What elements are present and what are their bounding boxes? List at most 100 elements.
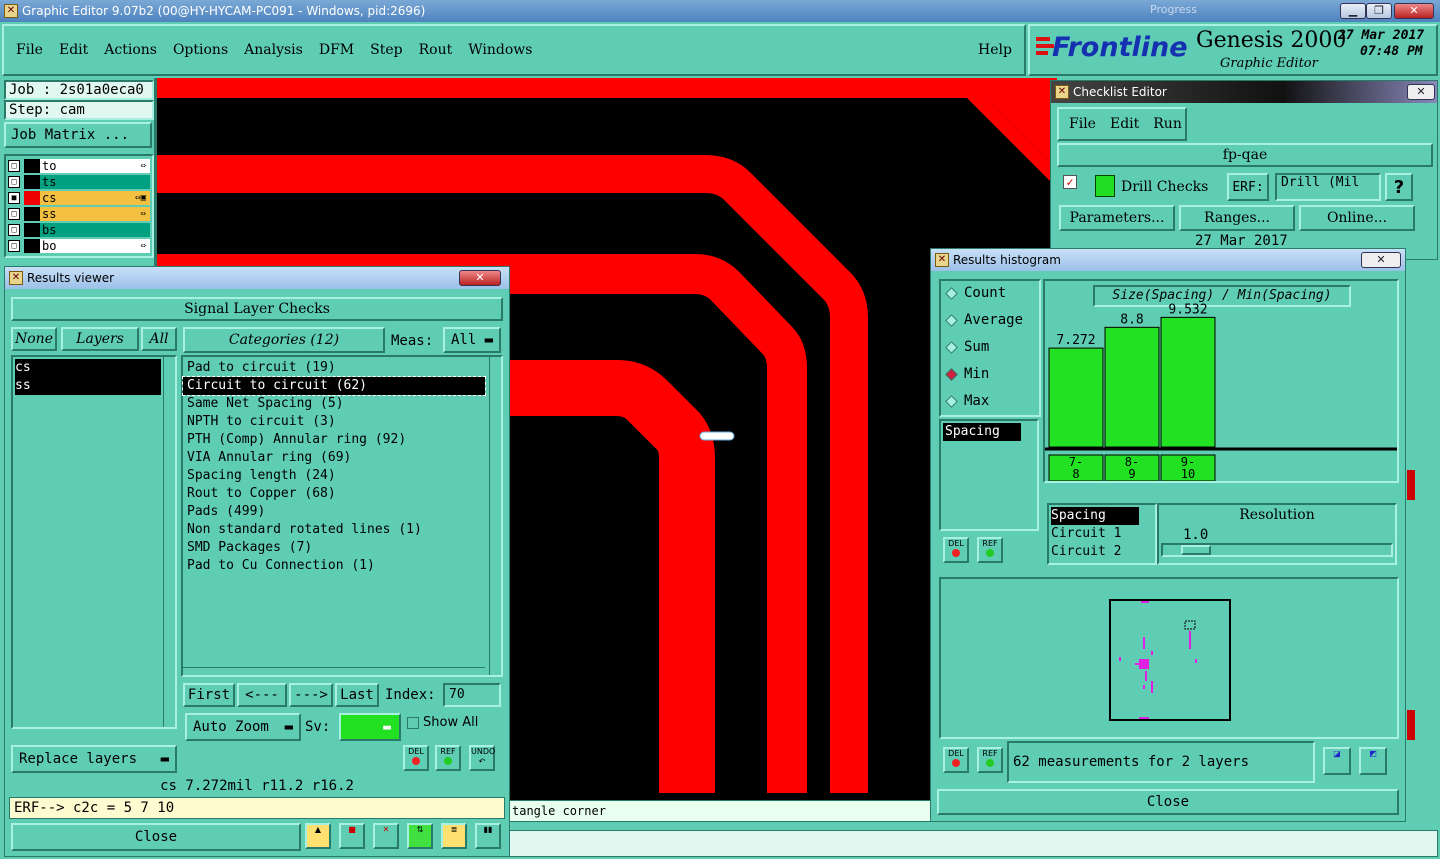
category-item[interactable]: Pads (499) [183,503,485,521]
category-hscrollbar[interactable] [183,667,485,679]
ruler-icon[interactable]: ⇅ [407,823,433,849]
histogram-bar[interactable] [1048,347,1104,448]
job-matrix-button[interactable]: Job Matrix ... [4,122,152,148]
category-item[interactable]: Rout to Copper (68) [183,485,485,503]
checklist-menu-run[interactable]: Run [1153,116,1182,132]
layers-none-button[interactable]: None [11,327,57,351]
checklist-menu-edit[interactable]: Edit [1110,116,1139,132]
histogram-ref-icon[interactable]: REF [977,537,1003,563]
histogram-ref-icon-2[interactable]: REF [977,747,1003,773]
histogram-bar[interactable] [1104,326,1160,448]
minimize-button[interactable]: ▁ [1340,3,1366,19]
histogram-close-button[interactable]: Close [937,789,1399,815]
menu-analysis[interactable]: Analysis [244,42,303,58]
menu-rout[interactable]: Rout [419,42,453,58]
category-item[interactable]: Pad to Cu Connection (1) [183,557,485,575]
chart-icon[interactable]: ▮▮ [475,823,501,849]
category-item[interactable]: Circuit to circuit (62) [182,376,486,396]
layer-row-bo[interactable]: □ bo ⇔ [8,238,150,253]
prev-button[interactable]: <--- [237,683,287,707]
layer-checkbox[interactable]: □ [8,223,20,236]
maximize-button[interactable]: ❐ [1366,3,1392,19]
menu-step[interactable]: Step [370,42,402,58]
category-item[interactable]: VIA Annular ring (69) [183,449,485,467]
show-all-checkbox[interactable] [407,717,419,729]
warning-icon[interactable]: ▲ [305,823,331,849]
mode-radio-average[interactable]: Average [945,312,1023,328]
check-enable-checkbox[interactable]: ✓ [1063,175,1077,189]
help-button[interactable]: ? [1385,173,1413,201]
stop-icon[interactable]: ■ [339,823,365,849]
close-window-button[interactable]: ✕ [1394,3,1434,19]
layer-checkbox[interactable]: ■ [8,191,20,204]
category-item[interactable]: Same Net Spacing (5) [183,395,485,413]
command-line[interactable] [505,830,1438,857]
layer-row-cs[interactable]: ■ cs ⇔▣ [8,190,150,205]
menu-options[interactable]: Options [173,42,228,58]
mode-radio-max[interactable]: Max [945,393,989,409]
menu-windows[interactable]: Windows [468,42,532,58]
menu-actions[interactable]: Actions [104,42,157,58]
zoom-fit-icon[interactable]: ◩ [1359,747,1387,775]
attr-spacing[interactable]: Spacing [1051,507,1139,525]
category-scrollbar[interactable] [489,357,501,675]
category-item[interactable]: PTH (Comp) Annular ring (92) [183,431,485,449]
mode-radio-min[interactable]: Min [945,366,989,382]
ranges-button[interactable]: Ranges... [1179,205,1295,231]
layer-row-ss[interactable]: □ ss ⇔ [8,206,150,221]
layers-all-button[interactable]: All [141,327,177,351]
layer-checkbox[interactable]: □ [8,207,20,220]
erf-field[interactable]: Drill (Mil [1275,173,1381,201]
resolution-slider-thumb[interactable] [1181,545,1211,555]
results-close-button[interactable]: Close [11,823,301,851]
parameters-button[interactable]: Parameters... [1059,205,1175,231]
next-button[interactable]: ---> [289,683,333,707]
left-list-spacing[interactable]: Spacing [943,423,1021,441]
menu-help[interactable]: Help [978,42,1012,58]
histogram-bar[interactable] [1160,316,1216,448]
checklist-close-button[interactable]: ✕ [1407,84,1435,100]
map-frame[interactable] [1109,599,1231,721]
category-item[interactable]: SMD Packages (7) [183,539,485,557]
index-input[interactable]: 70 [443,683,501,707]
category-item[interactable]: Pad to circuit (19) [183,359,485,377]
histogram-del-icon-2[interactable]: DEL [943,747,969,773]
menu-file[interactable]: File [16,42,43,58]
auto-zoom-dropdown[interactable]: Auto Zoom ▬ [185,713,301,741]
mode-radio-sum[interactable]: Sum [945,339,989,355]
erf-button[interactable]: ERF: [1227,173,1269,201]
layer-checkbox[interactable]: □ [8,175,20,188]
report-icon[interactable]: ≣ [441,823,467,849]
histogram-del-icon[interactable]: DEL [943,537,969,563]
first-button[interactable]: First [183,683,235,707]
layer-row-cs[interactable]: cs [15,359,161,377]
sv-dropdown[interactable]: ▬ [339,713,401,741]
erf-off-icon[interactable]: ✕ [373,823,399,849]
measurement-marker[interactable] [699,431,735,441]
meas-dropdown[interactable]: All ▬ [443,327,501,353]
category-item[interactable]: Spacing length (24) [183,467,485,485]
ref-icon[interactable]: REF [435,745,461,771]
zoom-to-icon[interactable]: ◪ [1323,747,1351,775]
mode-radio-count[interactable]: Count [945,285,1006,301]
layer-row-ts[interactable]: □ ts [8,174,150,189]
undo-icon[interactable]: UNDO ↶ [469,745,495,771]
categories-button[interactable]: Categories (12) [183,327,385,353]
attr-circuit-1[interactable]: Circuit 1 [1051,525,1155,543]
category-item[interactable]: Non standard rotated lines (1) [183,521,485,539]
online-button[interactable]: Online... [1299,205,1415,231]
checklist-menu-file[interactable]: File [1069,116,1096,132]
category-item[interactable]: NPTH to circuit (3) [183,413,485,431]
layer-row-ss[interactable]: ss [15,377,161,395]
layer-row-to[interactable]: □ to ⇔ [8,158,150,173]
results-viewer-close-x[interactable]: ✕ [459,270,501,286]
layers-button[interactable]: Layers [61,327,139,351]
attr-circuit-2[interactable]: Circuit 2 [1051,543,1155,561]
menu-dfm[interactable]: DFM [319,42,354,58]
replace-layers-dropdown[interactable]: Replace layers ▬ [11,745,177,773]
resolution-slider[interactable] [1161,543,1393,557]
del-icon[interactable]: DEL [403,745,429,771]
layer-checkbox[interactable]: □ [8,159,20,172]
histogram-close-x[interactable]: ✕ [1361,252,1401,268]
last-button[interactable]: Last [335,683,379,707]
